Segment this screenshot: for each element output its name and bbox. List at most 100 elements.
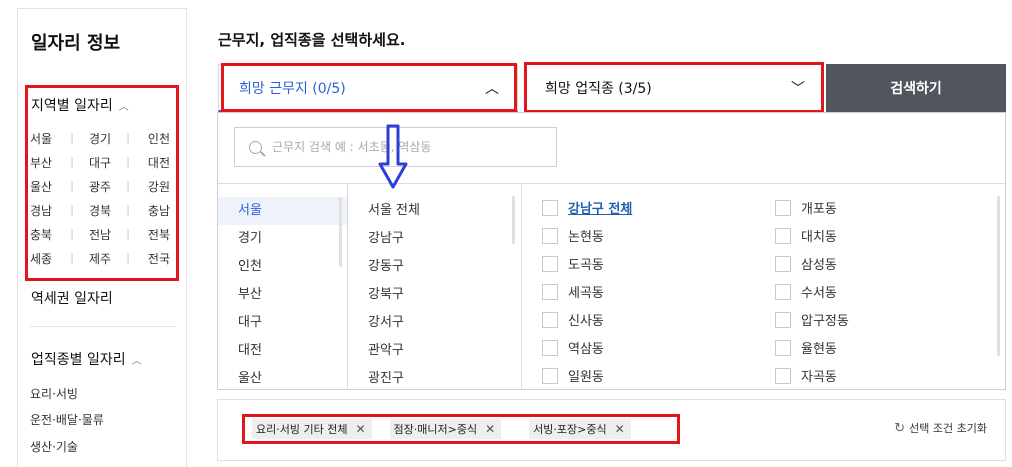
selected-chip: 점장·매니저>중식 ✕ <box>389 419 502 439</box>
chevron-up-icon: ︿ <box>131 355 142 367</box>
job-item[interactable]: 생산·기술 <box>30 438 78 455</box>
region-section-header[interactable]: 지역별 일자리 ︿ <box>31 95 129 115</box>
region-row: 부산 | 대구 | 대전 <box>30 154 170 171</box>
checkbox[interactable] <box>542 339 558 356</box>
dong-item[interactable]: 자곡동 <box>775 366 837 385</box>
close-icon[interactable]: ✕ <box>615 422 625 436</box>
selected-conditions: 요리·서빙 기타 전체 ✕ 점장·매니저>중식 ✕ 서빙·포장>중식 ✕ ↻ 선… <box>217 399 1006 461</box>
district-item[interactable]: 강동구 <box>348 253 521 281</box>
dong-item-all[interactable]: 강남구 전체 <box>542 198 632 217</box>
page: 일자리 정보 지역별 일자리 ︿ 서울 | 경기 | 인천 부산 | 대구 | 대전 울… <box>0 0 1012 467</box>
sidebar: 일자리 정보 지역별 일자리 ︿ 서울 | 경기 | 인천 부산 | 대구 | 대전 울… <box>17 8 187 467</box>
job-section-label: 업직종별 일자리 <box>31 352 126 368</box>
scrollbar[interactable] <box>512 196 515 244</box>
arrow-down-icon <box>378 124 408 189</box>
dong-item[interactable]: 신사동 <box>542 310 604 329</box>
close-icon[interactable]: ✕ <box>355 422 365 436</box>
selected-chip: 요리·서빙 기타 전체 ✕ <box>252 419 372 439</box>
checkbox[interactable] <box>542 367 558 384</box>
job-item[interactable]: 운전·배달·물류 <box>30 411 104 428</box>
city-item[interactable]: 울산 <box>218 365 347 390</box>
location-dropdown[interactable]: 희망 근무지 (0/5) ︿ <box>218 64 518 112</box>
region-link[interactable]: 경북 <box>86 202 114 219</box>
station-section-link[interactable]: 역세권 일자리 <box>31 288 113 308</box>
city-item[interactable]: 부산 <box>218 281 347 309</box>
city-item[interactable]: 인천 <box>218 253 347 281</box>
checkbox[interactable] <box>775 339 791 356</box>
divider <box>30 326 175 327</box>
region-row: 울산 | 광주 | 강원 <box>30 178 170 195</box>
region-link[interactable]: 전국 <box>142 250 170 267</box>
dong-item[interactable]: 일원동 <box>542 366 604 385</box>
checkbox[interactable] <box>775 283 791 300</box>
dong-item[interactable]: 수서동 <box>775 282 837 301</box>
dong-item[interactable]: 삼성동 <box>775 254 837 273</box>
region-link[interactable]: 울산 <box>30 178 58 195</box>
reset-button[interactable]: ↻ 선택 조건 초기화 <box>894 420 987 436</box>
page-title: 근무지, 업직종을 선택하세요. <box>218 31 406 49</box>
location-panel: 서울 경기 인천 부산 대구 대전 울산 서울 전체 강남구 강동구 강북구 강… <box>217 112 1006 390</box>
region-link[interactable]: 충북 <box>30 226 58 243</box>
checkbox[interactable] <box>542 311 558 328</box>
job-dropdown-label: 희망 업직종 (3/5) <box>545 81 652 97</box>
checkbox[interactable] <box>775 367 791 384</box>
district-item[interactable]: 관악구 <box>348 337 521 365</box>
region-link[interactable]: 광주 <box>86 178 114 195</box>
region-link[interactable]: 충남 <box>142 202 170 219</box>
search-icon <box>249 140 262 154</box>
region-link[interactable]: 서울 <box>30 130 58 147</box>
district-item[interactable]: 강서구 <box>348 309 521 337</box>
checkbox[interactable] <box>542 255 558 272</box>
job-dropdown[interactable]: 희망 업직종 (3/5) ﹀ <box>524 64 824 112</box>
checkbox[interactable] <box>775 311 791 328</box>
dong-item[interactable]: 도곡동 <box>542 254 604 273</box>
dong-item[interactable]: 세곡동 <box>542 282 604 301</box>
scrollbar[interactable] <box>339 197 342 267</box>
checkbox[interactable] <box>542 199 558 216</box>
sidebar-title: 일자리 정보 <box>31 33 121 54</box>
dong-item[interactable]: 논현동 <box>542 226 604 245</box>
select-bar: 희망 근무지 (0/5) ︿ 희망 업직종 (3/5) ﹀ 검색하기 <box>218 64 1006 112</box>
region-link[interactable]: 전남 <box>86 226 114 243</box>
region-link[interactable]: 인천 <box>142 130 170 147</box>
chevron-up-icon: ︿ <box>485 80 499 97</box>
region-link[interactable]: 강원 <box>142 178 170 195</box>
checkbox[interactable] <box>542 283 558 300</box>
scrollbar[interactable] <box>997 196 1000 356</box>
dong-item[interactable]: 개포동 <box>775 198 837 217</box>
district-item[interactable]: 광진구 <box>348 365 521 390</box>
region-link[interactable]: 대전 <box>142 154 170 171</box>
district-item[interactable]: 서울 전체 <box>348 197 521 225</box>
job-section-header[interactable]: 업직종별 일자리 ︿ <box>31 349 142 369</box>
dong-item[interactable]: 대치동 <box>775 226 837 245</box>
checkbox[interactable] <box>542 227 558 244</box>
region-link[interactable]: 전북 <box>142 226 170 243</box>
dong-item[interactable]: 율현동 <box>775 338 837 357</box>
region-grid: 서울 | 경기 | 인천 부산 | 대구 | 대전 울산 | 광주 | 강원 경남 | 경북 |… <box>30 126 170 270</box>
region-link[interactable]: 세종 <box>30 250 58 267</box>
region-link[interactable]: 대구 <box>86 154 114 171</box>
district-item[interactable]: 강북구 <box>348 281 521 309</box>
region-link[interactable]: 부산 <box>30 154 58 171</box>
region-link[interactable]: 제주 <box>86 250 114 267</box>
city-item[interactable]: 대구 <box>218 309 347 337</box>
district-item[interactable]: 강남구 <box>348 225 521 253</box>
city-item[interactable]: 경기 <box>218 225 347 253</box>
reset-label: 선택 조건 초기화 <box>909 422 987 435</box>
region-row: 경남 | 경북 | 충남 <box>30 202 170 219</box>
checkbox[interactable] <box>775 255 791 272</box>
refresh-icon: ↻ <box>894 420 906 436</box>
city-item[interactable]: 서울 <box>218 197 347 225</box>
dong-item[interactable]: 역삼동 <box>542 338 604 357</box>
region-link[interactable]: 경남 <box>30 202 58 219</box>
close-icon[interactable]: ✕ <box>485 422 495 436</box>
checkbox[interactable] <box>775 199 791 216</box>
chevron-up-icon: ︿ <box>118 101 129 113</box>
checkbox[interactable] <box>775 227 791 244</box>
dong-item[interactable]: 압구정동 <box>775 310 849 329</box>
selected-chip: 서빙·포장>중식 ✕ <box>529 419 631 439</box>
region-link[interactable]: 경기 <box>86 130 114 147</box>
city-item[interactable]: 대전 <box>218 337 347 365</box>
search-button[interactable]: 검색하기 <box>826 64 1006 112</box>
job-item[interactable]: 요리·서빙 <box>30 385 78 402</box>
